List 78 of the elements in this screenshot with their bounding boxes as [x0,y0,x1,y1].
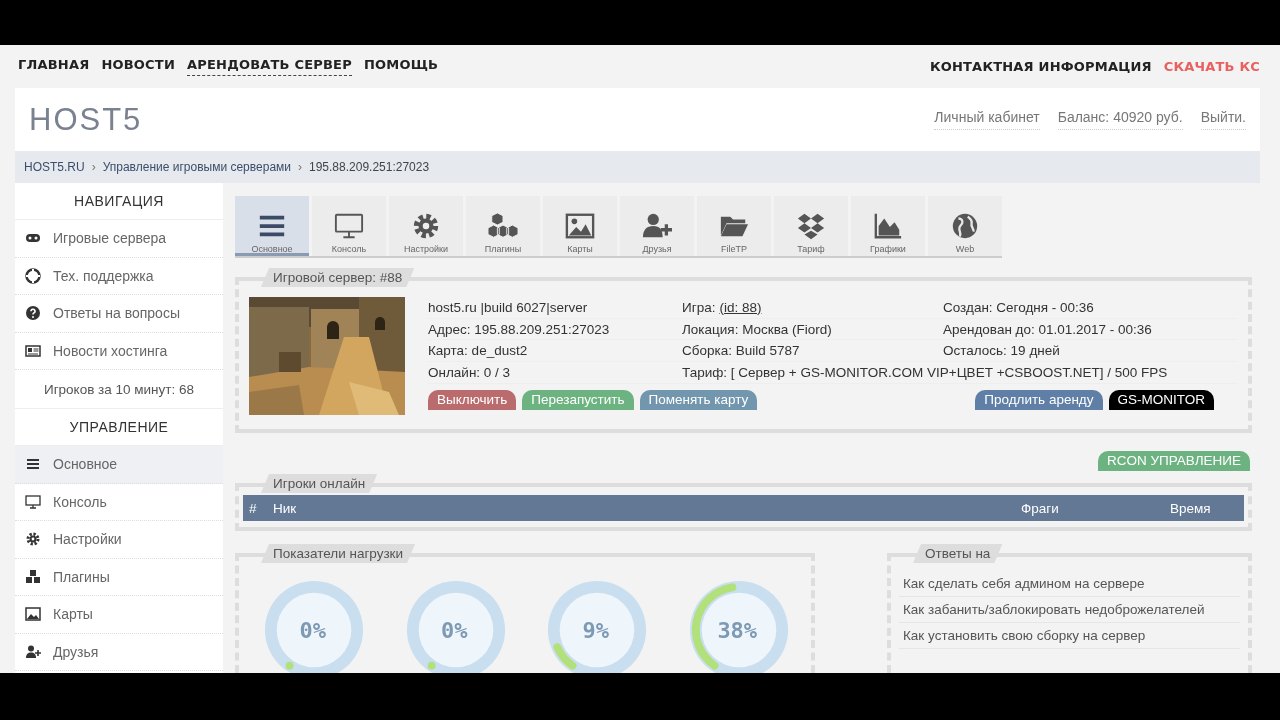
server-action-button[interactable]: Продлить аренду [975,389,1103,410]
column-header: Время [1170,500,1212,516]
players-stat: Игроков за 10 минут: 68 [15,370,223,409]
answer-link[interactable]: Как установить свою сборку на сервер [899,623,1240,649]
breadcrumb-item[interactable]: HOST5.RU [24,160,85,174]
game-link[interactable]: (id: 88) [719,299,762,315]
sidebar-item[interactable]: Друзья [15,633,223,671]
server-info: Создан: Сегодня - 00:36 [943,297,1238,319]
gear-icon [411,211,441,241]
toolbar-tab[interactable]: Настройки [389,196,463,256]
server-info: Карта: de_dust2 [428,340,682,363]
server-info: Сборка: Build 5787 [682,343,800,359]
nav-link[interactable]: КОНТАКТНАЯ ИНФОРМАЦИЯ [929,59,1152,74]
toolbar-tab[interactable]: Карты [543,196,617,256]
sidebar-item[interactable]: Тех. поддержка [15,257,223,295]
user-plus-icon [25,643,41,660]
toolbar-tab[interactable]: Основное [235,196,309,256]
monitor-icon [25,493,41,510]
breadcrumb-separator: › [91,160,96,174]
nav-link[interactable]: НОВОСТИ [101,57,175,76]
news-icon [25,342,41,359]
server-info: host5.ru |build 6027|server [428,297,682,319]
toolbar-tab[interactable]: Консоль [312,196,386,256]
breadcrumb-item[interactable]: Управление игровыми серверами [102,160,291,174]
answer-link[interactable]: Как забанить/заблокировать недоброжелателей [899,597,1240,623]
panel-title: Игровой сервер: #88 [261,268,415,287]
sidebar-item[interactable]: Консоль [15,483,223,521]
gear-icon [25,531,41,548]
question-icon [25,305,41,322]
panel-title: Ответы на [913,544,1003,563]
nav-link[interactable]: СКАЧАТЬ КС [1163,59,1260,74]
image-icon [565,211,595,241]
toolbar-tab[interactable]: Друзья [620,196,694,256]
chart-icon [873,211,903,241]
nav-link[interactable]: ПОМОЩЬ [363,57,439,76]
image-icon [25,606,41,623]
server-action-button[interactable]: Выключить [428,389,517,410]
gauge-value: 38% [717,617,758,643]
gauge-value: 9% [582,617,609,643]
server-info: Игра: [682,299,716,315]
globe-icon [950,211,980,241]
toolbar-tab[interactable]: FileTP [697,196,771,256]
panel-title: Показатели нагрузки [261,544,416,563]
server-info: Локация: Москва (Fiord) [682,321,832,337]
panel-title: Игроки онлайн [261,474,378,493]
server-action-button[interactable]: Поменять карту [639,389,758,410]
column-header: Ник [273,500,298,516]
site-logo[interactable]: HOST5 [29,101,143,138]
sidebar-item[interactable]: Ответы на вопросы [15,295,223,333]
sidebar-item[interactable]: Карты [15,596,223,634]
breadcrumb-separator: › [298,160,302,174]
sidebar-item[interactable]: Плагины [15,558,223,596]
sidebar-item[interactable]: Настройки [15,521,223,559]
gauge-value: 0% [299,617,326,643]
sidebar-item[interactable]: Основное [15,446,223,484]
sidebar-item[interactable]: Новости хостинга [15,332,223,370]
tariff-info: Тариф: [ Сервер + GS-MONITOR.COM VIP+ЦВЕТ +CSBOOST.NET] / 500 FPS [682,362,1238,384]
server-info: Адрес: 195.88.209.251:27023 [428,318,682,341]
server-info: Осталось: 19 дней [943,340,1238,363]
toolbar-tab[interactable]: Графики [851,196,925,256]
header-link[interactable]: Выйти. [1200,109,1246,130]
server-info: Онлайн: 0 / 3 [428,362,682,384]
toolbar-tab[interactable]: Тариф [774,196,848,256]
toolbar-tab[interactable]: Плагины [466,196,540,256]
server-info: Арендован до: 01.01.2017 - 00:36 [943,318,1238,341]
answer-link[interactable]: Как сделать себя админом на сервере [899,571,1240,597]
nav-link[interactable]: ГЛАВНАЯ [18,57,90,76]
server-action-button[interactable]: GS-MONITOR [1108,389,1214,410]
column-header: # [248,500,258,516]
header-link[interactable]: Баланс: 40920 руб. [1057,109,1183,130]
monitor-icon [334,211,364,241]
header-link[interactable]: Личный кабинет [934,109,1040,130]
gauge-value: 0% [441,617,468,643]
sidebar-item[interactable]: Игровые сервера [15,220,223,258]
sidebar-heading: НАВИГАЦИЯ [15,183,223,220]
toolbar-tab[interactable]: Web [928,196,1002,256]
column-header: Фраги [1021,500,1060,516]
breadcrumb-item: 195.88.209.251:27023 [309,160,430,174]
